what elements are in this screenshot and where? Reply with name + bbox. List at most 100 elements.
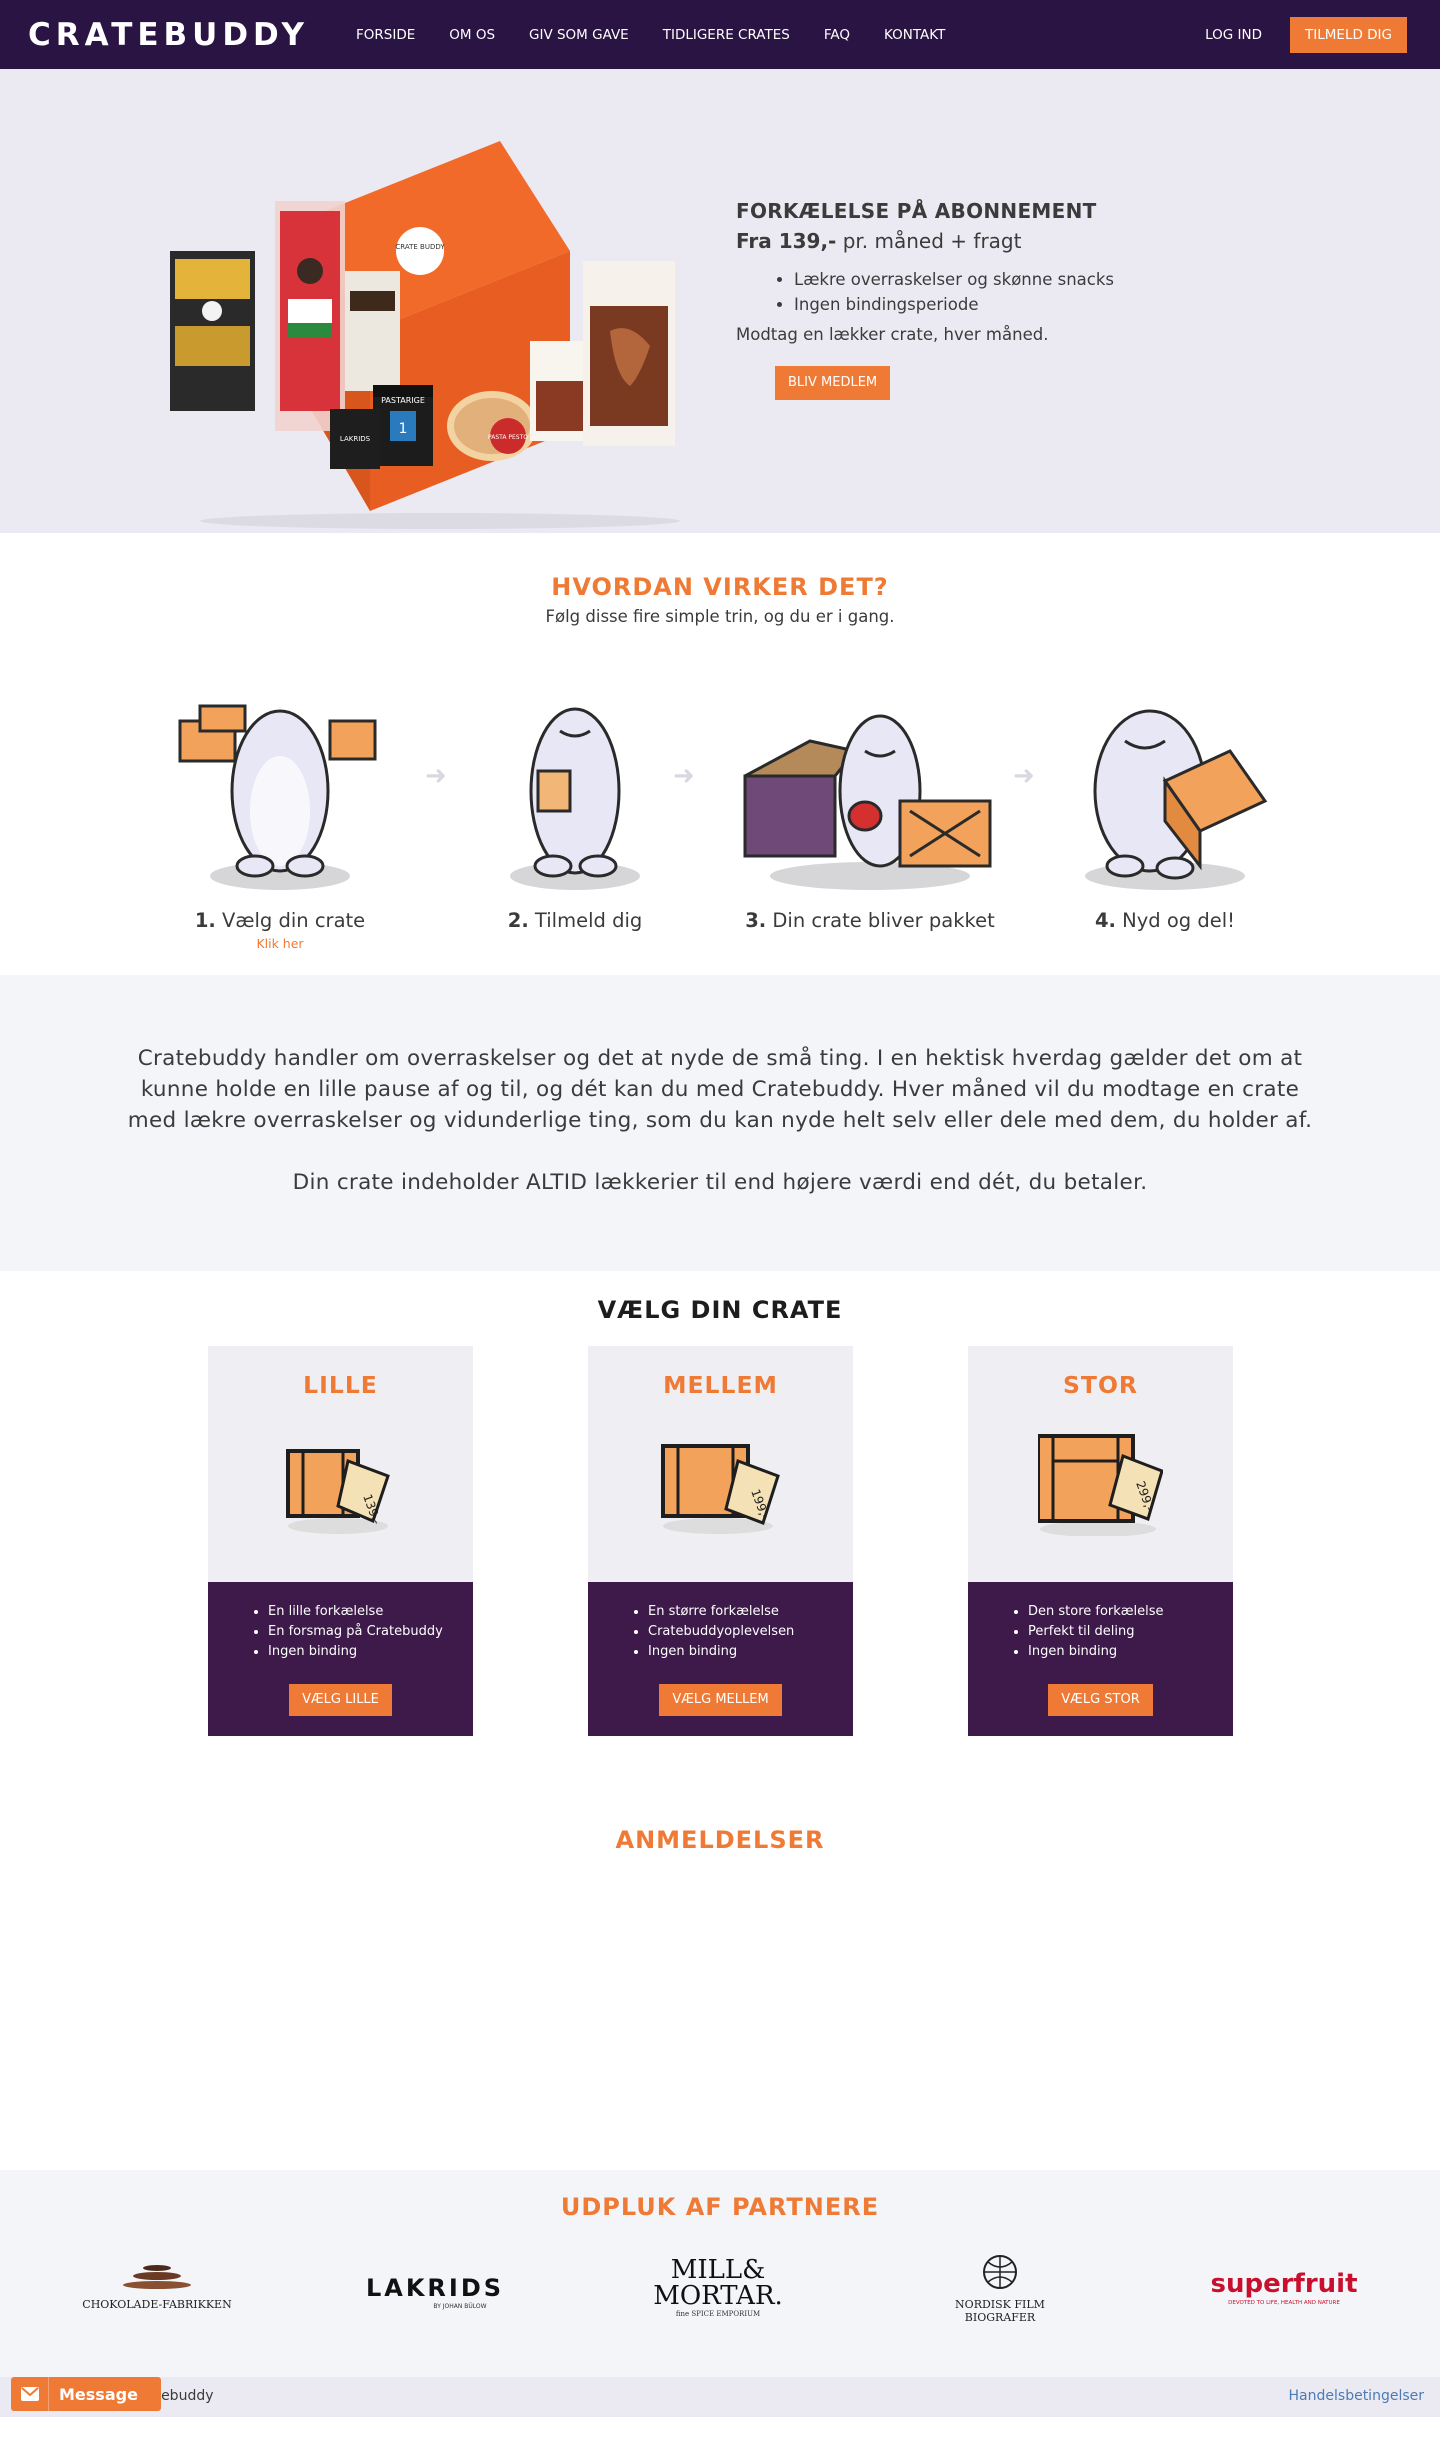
crate-feature: Ingen binding <box>268 1642 453 1662</box>
login-link[interactable]: LOG IND <box>1205 27 1262 43</box>
hero-benefit: Lækre overraskelser og skønne snacks <box>794 267 1114 292</box>
step-3-text: Din crate bliver pakket <box>766 909 995 932</box>
message-label: Message <box>59 2384 138 2404</box>
crate-feature: Den store forkælelse <box>1028 1602 1213 1622</box>
crate-card-stor: STOR 299,- Den store forkælelse Perfekt … <box>968 1346 1233 1736</box>
nav-links: FORSIDE OM OS GIV SOM GAVE TIDLIGERE CRA… <box>339 27 962 43</box>
step-3-number: 3. <box>745 909 767 932</box>
hero-product-text: PASTARIGE <box>381 396 425 405</box>
crate-features: En større forkælelse Cratebuddyoplevelse… <box>648 1602 833 1662</box>
hero-text: FORKÆLELSE PÅ ABONNEMENT Fra 139,- pr. m… <box>736 199 1114 400</box>
nordisk-film-biografer-logo: NORDISK FILM BIOGRAFER <box>955 2255 1045 2324</box>
step-2-label: 2. Tilmeld dig <box>435 909 715 932</box>
step-3: 3. Din crate bliver pakket <box>730 681 1010 932</box>
mascot-with-crates-illustration <box>178 704 377 890</box>
hero-description: Modtag en lækker crate, hver måned. <box>736 325 1049 344</box>
step-4-label: 4. Nyd og del! <box>1025 909 1305 932</box>
mascot-hugging-crate-illustration <box>1085 709 1268 890</box>
step-1: 1. Vælg din crate Klik her <box>140 681 420 951</box>
crates-title: VÆLG DIN CRATE <box>597 1296 843 1324</box>
crate-feature: En forsmag på Cratebuddy <box>268 1622 453 1642</box>
how-title: HVORDAN VIRKER DET? <box>551 573 889 601</box>
choose-crate-link[interactable]: Klik her <box>140 936 420 951</box>
crate-card-details: Den store forkælelse Perfekt til deling … <box>968 1582 1233 1736</box>
about-paragraph-1: Cratebuddy handler om overraskelser og d… <box>127 1046 1313 1133</box>
nav-link-tidligere-crates[interactable]: TIDLIGERE CRATES <box>646 27 807 43</box>
nav-link-faq[interactable]: FAQ <box>807 27 867 43</box>
steps: 1. Vælg din crate Klik her ➜ 2. Tilmeld … <box>0 681 1440 971</box>
nav-link-giv-som-gave[interactable]: GIV SOM GAVE <box>512 27 646 43</box>
chokolade-fabrikken-logo: CHOKOLADE-FABRIKKEN <box>82 2265 232 2311</box>
mascot-packing-illustration <box>743 714 992 890</box>
crates-section: VÆLG DIN CRATE LILLE 139,- En lille fork… <box>0 1271 1440 1819</box>
partner-tagline: fine SPICE EMPORIUM <box>676 2310 760 2318</box>
crate-feature: Ingen binding <box>1028 1642 1213 1662</box>
hero-product-text: CRATE BUDDY <box>395 243 445 251</box>
crate-name: STOR <box>1062 1371 1139 1399</box>
crate-card-top: MELLEM 199,- <box>588 1346 853 1582</box>
partner-tagline: DEVOTED TO LIFE, HEALTH AND NATURE <box>1228 2300 1340 2306</box>
become-member-button[interactable]: BLIV MEDLEM <box>775 366 891 400</box>
nav-link-om-os[interactable]: OM OS <box>432 27 512 43</box>
partner-tagline: BY JOHAN BÜLOW <box>433 2303 486 2310</box>
choose-stor-button[interactable]: VÆLG STOR <box>1048 1684 1153 1716</box>
hero-price-suffix: pr. måned + fragt <box>836 229 1022 253</box>
choose-mellem-button[interactable]: VÆLG MELLEM <box>659 1684 782 1716</box>
terms-link[interactable]: Handelsbetingelser <box>1289 2388 1424 2404</box>
choose-lille-button[interactable]: VÆLG LILLE <box>289 1684 392 1716</box>
step-4: 4. Nyd og del! <box>1025 681 1305 932</box>
large-crate-icon: 299,- <box>1038 1434 1163 1536</box>
step-2-number: 2. <box>507 909 529 932</box>
how-it-works-section: HVORDAN VIRKER DET? Følg disse fire simp… <box>0 533 1440 975</box>
partners-title: UDPLUK AF PARTNERE <box>560 2193 880 2221</box>
step-1-label: 1. Vælg din crate <box>140 909 420 932</box>
partner-name: superfruit <box>1210 2269 1357 2299</box>
crate-feature: Cratebuddyoplevelsen <box>648 1622 833 1642</box>
partner-name-line-2: MORTAR. <box>653 2281 783 2311</box>
step-2-text: Tilmeld dig <box>528 909 643 932</box>
arrow-right-icon: ➜ <box>673 761 695 791</box>
crate-feature: En større forkælelse <box>648 1602 833 1622</box>
crate-name: LILLE <box>303 1371 378 1399</box>
top-navbar: CRATEBUDDY FORSIDE OM OS GIV SOM GAVE TI… <box>0 0 1440 69</box>
step-3-label: 3. Din crate bliver pakket <box>730 909 1010 932</box>
partner-name: CHOKOLADE-FABRIKKEN <box>82 2298 232 2311</box>
crate-feature: Perfekt til deling <box>1028 1622 1213 1642</box>
step-4-text: Nyd og del! <box>1115 909 1235 932</box>
logo[interactable]: CRATEBUDDY <box>28 17 309 53</box>
hero-price-amount: Fra 139,- <box>736 229 837 253</box>
nav-link-kontakt[interactable]: KONTAKT <box>867 27 962 43</box>
step-1-number: 1. <box>194 909 216 932</box>
message-chat-button[interactable]: Message <box>11 2377 161 2411</box>
crate-name: MELLEM <box>663 1371 778 1399</box>
how-subtitle: Følg disse fire simple trin, og du er i … <box>545 607 895 626</box>
crate-feature: Ingen binding <box>648 1642 833 1662</box>
hero-product-text: PASTA PESTO <box>488 434 528 441</box>
hero-section: CRATE BUDDY PASTARIGE 1 LAKRIDS PASTA PE… <box>0 69 1440 533</box>
nav-link-forside[interactable]: FORSIDE <box>339 27 432 43</box>
footer: atebuddy Handelsbetingelser Message <box>0 2377 1440 2417</box>
crate-feature: En lille forkælelse <box>268 1602 453 1622</box>
partner-name: LAKRIDS <box>366 2274 504 2302</box>
crate-card-mellem: MELLEM 199,- En større forkælelse Crateb… <box>588 1346 853 1736</box>
signup-button[interactable]: TILMELD DIG <box>1290 16 1407 53</box>
step-4-number: 4. <box>1094 909 1116 932</box>
about-section: Cratebuddy handler om overraskelser og d… <box>0 975 1440 1271</box>
crate-card-details: En lille forkælelse En forsmag på Crateb… <box>208 1582 473 1736</box>
step-1-text: Vælg din crate <box>215 909 366 932</box>
partner-name-line-1: NORDISK FILM <box>955 2298 1045 2311</box>
crate-card-top: STOR 299,- <box>968 1346 1233 1582</box>
partner-name-line-2: BIOGRAFER <box>965 2311 1036 2324</box>
mill-and-mortar-logo: MILL& MORTAR. fine SPICE EMPORIUM <box>653 2255 783 2318</box>
crate-card-top: LILLE 139,- <box>208 1346 473 1582</box>
reviews-section: ANMELDELSER <box>0 1819 1440 2170</box>
superfruit-logo: superfruit DEVOTED TO LIFE, HEALTH AND N… <box>1210 2269 1357 2306</box>
step-2: 2. Tilmeld dig <box>435 681 715 932</box>
nav-right: LOG IND TILMELD DIG <box>1205 16 1407 53</box>
crate-card-details: En større forkælelse Cratebuddyoplevelse… <box>588 1582 853 1736</box>
about-paragraph-2: Din crate indeholder ALTID lækkerier til… <box>292 1170 1148 1195</box>
reviews-title: ANMELDELSER <box>615 1826 825 1854</box>
lakrids-logo: LAKRIDS BY JOHAN BÜLOW <box>366 2274 504 2310</box>
crate-features: Den store forkælelse Perfekt til deling … <box>1028 1602 1213 1662</box>
hero-product-image: CRATE BUDDY PASTARIGE 1 LAKRIDS PASTA PE… <box>170 141 680 529</box>
